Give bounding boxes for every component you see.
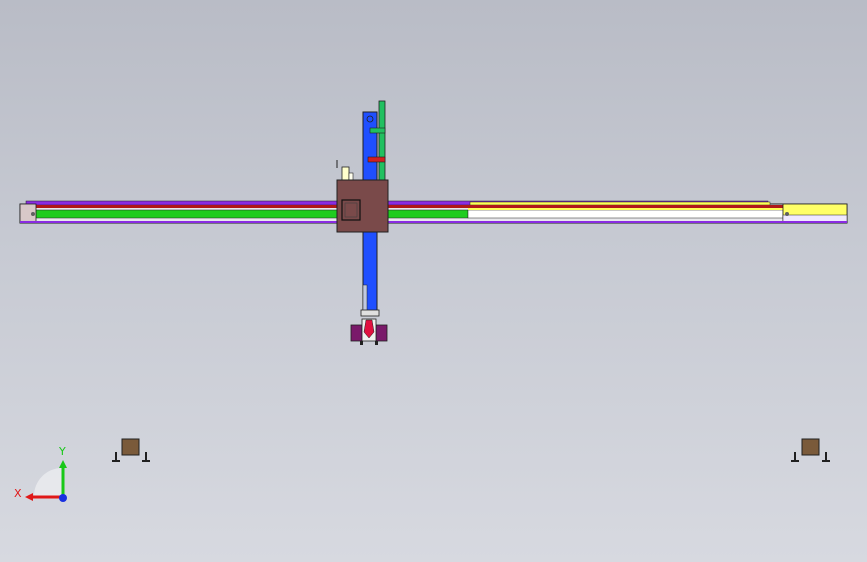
gantry-beam[interactable] [19, 200, 848, 224]
gripper-right-jaw [375, 324, 388, 342]
beam-right-endcap-lower [782, 214, 848, 223]
gripper-assembly[interactable] [350, 318, 388, 345]
left-support[interactable] [112, 438, 150, 462]
left-support-foot-right [142, 452, 150, 462]
beam-top-rail-yellow [469, 201, 771, 206]
beam-left-bolt [31, 212, 35, 216]
left-support-foot-left [112, 452, 120, 462]
triad-y-label: Y [58, 445, 66, 458]
triad-xy-plane [34, 468, 62, 496]
right-support-foot-right [822, 452, 830, 462]
beam-yellow-line-right [468, 208, 798, 210]
cad-viewport[interactable]: X Y [0, 0, 867, 562]
gripper-foot-right [375, 341, 378, 345]
beam-green-band-left [35, 209, 469, 219]
right-support-foot-left [791, 452, 799, 462]
column-bottom-flange [360, 309, 380, 317]
beam-bottom-edge [20, 221, 847, 223]
right-support-block [801, 438, 820, 456]
right-support[interactable] [791, 438, 830, 462]
gripper-foot-left [360, 341, 363, 345]
triad-z-axis [59, 494, 67, 502]
triad-y-arrow [59, 460, 67, 468]
left-support-block [121, 438, 140, 456]
triad-x-arrow [25, 493, 33, 501]
cylinder-bracket-1 [369, 127, 386, 134]
beam-white-band-right [467, 209, 784, 219]
triad-x-label: X [14, 487, 22, 500]
x-carriage[interactable] [336, 179, 389, 233]
top-sensor[interactable] [336, 160, 354, 182]
view-orientation-triad[interactable]: X Y [10, 440, 80, 510]
cad-model-scene[interactable] [0, 0, 867, 562]
sensor-body [341, 166, 350, 182]
cylinder-rod [378, 100, 386, 182]
cylinder-bracket-red [367, 156, 386, 163]
beam-red-strip [20, 205, 847, 208]
beam-right-bolt [785, 212, 789, 216]
gripper-left-jaw [350, 324, 363, 342]
